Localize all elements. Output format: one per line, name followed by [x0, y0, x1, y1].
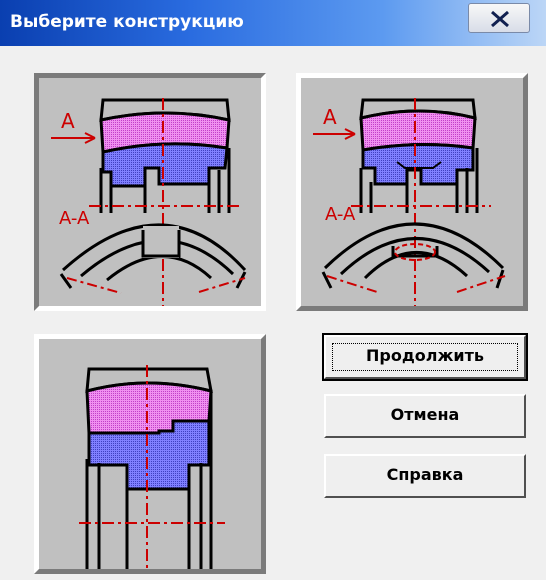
close-x-icon [491, 10, 509, 28]
help-button-label: Справка [386, 465, 464, 484]
design-option-3-drawing [79, 365, 225, 569]
design-option-3[interactable] [34, 334, 266, 574]
view-label-a: A [61, 109, 75, 133]
close-button[interactable] [468, 3, 530, 33]
section-label-aa: A-A [59, 208, 90, 229]
help-button[interactable]: Справка [324, 454, 526, 498]
design-option-1-drawing: A A-A [51, 98, 247, 306]
dialog-title: Выберите конструкцию [10, 12, 244, 32]
cancel-button-label: Отмена [390, 405, 460, 424]
view-label-a: A [323, 105, 337, 129]
cancel-button[interactable]: Отмена [324, 394, 526, 438]
design-option-1[interactable]: A A-A [34, 73, 266, 311]
dialog-window: Выберите конструкцию A A-A A A-A Продолж… [0, 0, 546, 580]
section-label-aa: A-A [325, 204, 356, 225]
title-bar[interactable]: Выберите конструкцию [0, 0, 546, 46]
continue-button[interactable]: Продолжить [322, 333, 528, 381]
design-option-2[interactable]: A A-A [296, 73, 528, 311]
design-option-2-drawing: A A-A [313, 98, 506, 306]
focus-rect [332, 343, 518, 371]
